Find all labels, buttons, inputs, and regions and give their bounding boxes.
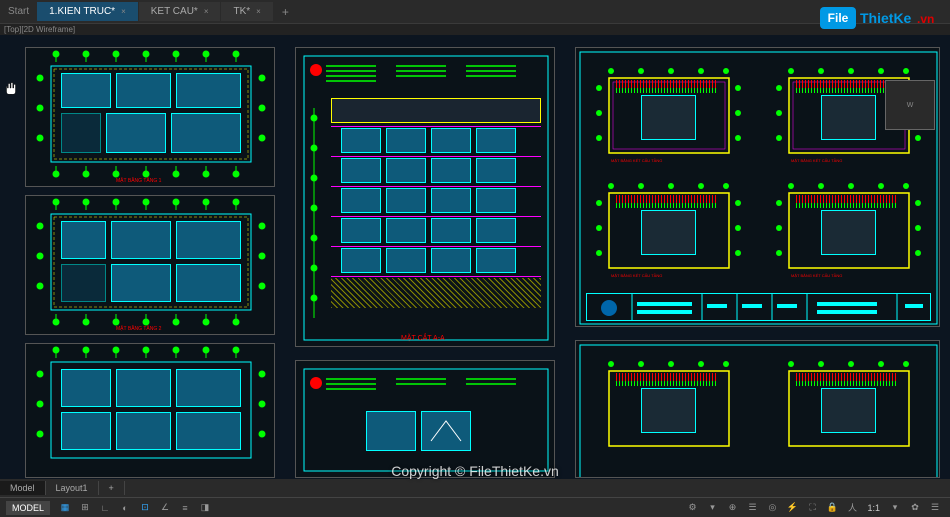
- annotation-scale[interactable]: 1:1: [863, 503, 884, 513]
- layout-tab-layout1[interactable]: Layout1: [46, 481, 99, 495]
- customization-icon[interactable]: ☰: [926, 500, 944, 516]
- workspace-icon[interactable]: ⚙: [683, 500, 701, 516]
- section-title: MẶT CẮT A-A: [401, 335, 445, 342]
- svg-text:.vn: .vn: [917, 12, 934, 26]
- layout-tab-add[interactable]: +: [99, 481, 125, 495]
- workspace-switching-icon[interactable]: ✿: [906, 500, 924, 516]
- pan-cursor-icon: [2, 79, 20, 97]
- struct-label-4: MẶT BẰNG KẾT CẤU TẦNG: [791, 273, 842, 278]
- grid-toggle-icon[interactable]: ▦: [56, 500, 74, 516]
- status-bar: MODEL ▦ ⊞ ∟ ◐ ⊡ ∠ ≡ ◨ ⚙ ▾ ⊕ ☰ ◎ ⚡ ⛶ 🔒 人 …: [0, 497, 950, 517]
- file-tab-tk[interactable]: TK* ×: [221, 2, 272, 21]
- file-tab-kientruc[interactable]: 1.KIEN TRUC* ×: [37, 2, 138, 21]
- file-tab-ketcau[interactable]: KET CAU* ×: [139, 2, 221, 21]
- start-tab[interactable]: Start: [0, 2, 37, 21]
- annotation-visibility-icon[interactable]: 人: [843, 500, 861, 516]
- drawing-sheet-structural-2: [575, 340, 940, 478]
- layout-tab-bar: Model Layout1 +: [0, 479, 950, 497]
- svg-text:ThietKe: ThietKe: [860, 10, 912, 26]
- osnap-toggle-icon[interactable]: ⊡: [136, 500, 154, 516]
- drawing-sheet-3: [25, 343, 275, 478]
- clean-screen-icon[interactable]: ⛶: [803, 500, 821, 516]
- drawing-detail: [295, 360, 555, 478]
- otrack-toggle-icon[interactable]: ∠: [156, 500, 174, 516]
- plan-title-2: MẶT BẰNG TẦNG 2: [116, 326, 161, 332]
- isolate-icon[interactable]: ◎: [763, 500, 781, 516]
- tab-close-icon[interactable]: ×: [204, 7, 209, 16]
- drawing-section: MẶT CẮT A-A: [295, 47, 555, 347]
- drawing-sheet-2: MẶT BẰNG TẦNG 2: [25, 195, 275, 335]
- struct-label-1: MẶT BẰNG KẾT CẤU TẦNG: [611, 158, 662, 163]
- annotation-monitor-icon[interactable]: ▾: [703, 500, 721, 516]
- struct-plan-6: [771, 356, 926, 464]
- drawing-sheet-1: MẶT BẰNG TẦNG 1: [25, 47, 275, 187]
- plan-title-1: MẶT BẰNG TẦNG 1: [116, 178, 161, 184]
- tab-close-icon[interactable]: ×: [256, 7, 261, 16]
- scale-dropdown-icon[interactable]: ▾: [886, 500, 904, 516]
- tab-label: 1.KIEN TRUC*: [49, 6, 115, 17]
- viewcube-label: W: [907, 102, 914, 109]
- lineweight-toggle-icon[interactable]: ≡: [176, 500, 194, 516]
- struct-plan-1: MẶT BẰNG KẾT CẤU TẦNG: [591, 63, 746, 171]
- snap-toggle-icon[interactable]: ⊞: [76, 500, 94, 516]
- watermark-logo: File ThietKe .vn: [820, 5, 940, 38]
- tab-label: TK*: [233, 6, 250, 17]
- view-cube[interactable]: W: [885, 80, 935, 130]
- drawing-canvas[interactable]: W MẶT BẰNG TẦNG 1: [0, 35, 950, 479]
- title-block: [586, 293, 931, 321]
- polar-toggle-icon[interactable]: ◐: [116, 500, 134, 516]
- add-tab-button[interactable]: +: [274, 1, 297, 23]
- annotation-scale-lock-icon[interactable]: 🔒: [823, 500, 841, 516]
- struct-plan-3: MẶT BẰNG KẾT CẤU TẦNG: [591, 178, 746, 286]
- tab-label: KET CAU*: [151, 6, 198, 17]
- struct-plan-4: MẶT BẰNG KẾT CẤU TẦNG: [771, 178, 926, 286]
- layout-tab-model[interactable]: Model: [0, 481, 46, 495]
- transparency-toggle-icon[interactable]: ◨: [196, 500, 214, 516]
- file-tab-bar: Start 1.KIEN TRUC* × KET CAU* × TK* × +: [0, 0, 950, 24]
- view-style-label: [Top][2D Wireframe]: [0, 24, 950, 35]
- hardware-accel-icon[interactable]: ⚡: [783, 500, 801, 516]
- struct-plan-5: [591, 356, 746, 464]
- ortho-toggle-icon[interactable]: ∟: [96, 500, 114, 516]
- model-space-indicator[interactable]: MODEL: [6, 501, 50, 515]
- svg-text:File: File: [828, 11, 849, 25]
- tab-close-icon[interactable]: ×: [121, 7, 126, 16]
- units-icon[interactable]: ⊕: [723, 500, 741, 516]
- copyright-watermark: Copyright © FileThietKe.vn: [391, 463, 559, 479]
- quick-properties-icon[interactable]: ☰: [743, 500, 761, 516]
- struct-label-2: MẶT BẰNG KẾT CẤU TẦNG: [791, 158, 842, 163]
- struct-label-3: MẶT BẰNG KẾT CẤU TẦNG: [611, 273, 662, 278]
